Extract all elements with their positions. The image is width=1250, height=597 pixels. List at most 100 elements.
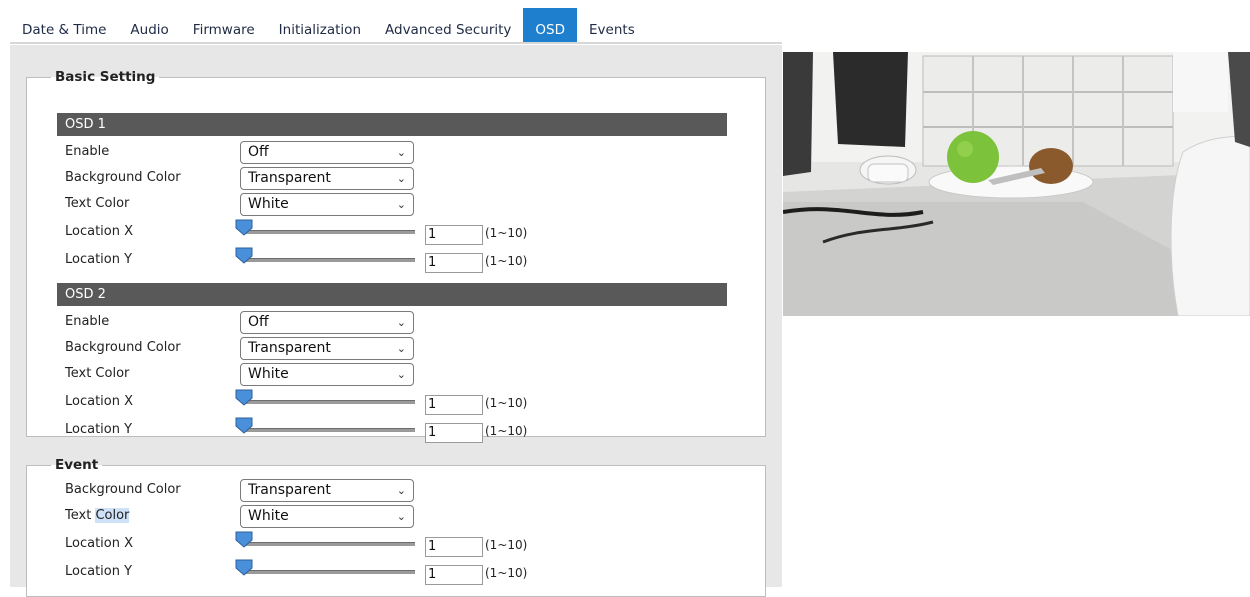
- slider-thumb-icon[interactable]: [235, 416, 253, 434]
- osd1-text-select[interactable]: White ⌄: [240, 193, 414, 216]
- osd1-bg-value: Transparent: [248, 170, 331, 186]
- event-text-label: Text Color: [65, 508, 130, 523]
- event-text-label-selected: Color: [95, 508, 130, 523]
- osd2-locx-input[interactable]: 1: [425, 395, 483, 415]
- osd1-locy-input[interactable]: 1: [425, 253, 483, 273]
- event-locx-input[interactable]: 1: [425, 537, 483, 557]
- chevron-down-icon: ⌄: [396, 172, 406, 185]
- osd2-locx-slider[interactable]: [235, 388, 417, 413]
- osd1-locx-range: (1~10): [485, 226, 528, 240]
- osd2-locx-range: (1~10): [485, 396, 528, 410]
- slider-thumb-icon[interactable]: [235, 218, 253, 236]
- osd1-text-label: Text Color: [65, 196, 130, 211]
- osd1-locy-slider[interactable]: [235, 246, 417, 271]
- tab-events[interactable]: Events: [577, 8, 647, 42]
- osd2-text-row: Text Color White ⌄: [65, 363, 725, 387]
- osd2-header: OSD 2: [57, 283, 727, 306]
- tab-firmware[interactable]: Firmware: [180, 8, 267, 42]
- tab-osd[interactable]: OSD: [523, 8, 578, 42]
- event-bg-select[interactable]: Transparent ⌄: [240, 479, 414, 502]
- osd1-locx-row: Location X 1 (1~10): [65, 218, 725, 245]
- camera-preview-image: [783, 52, 1250, 316]
- chevron-down-icon: ⌄: [396, 146, 406, 159]
- osd2-text-value: White: [248, 366, 289, 382]
- osd2-locy-slider[interactable]: [235, 416, 417, 441]
- event-locx-range: (1~10): [485, 538, 528, 552]
- basic-setting-legend: Basic Setting: [55, 69, 156, 85]
- slider-track: [243, 400, 415, 404]
- chevron-down-icon: ⌄: [396, 316, 406, 329]
- osd1-enable-value: Off: [248, 144, 269, 160]
- event-bg-value: Transparent: [248, 482, 331, 498]
- osd2-locx-row: Location X 1 (1~10): [65, 388, 725, 415]
- chevron-down-icon: ⌄: [396, 368, 406, 381]
- osd2-enable-label: Enable: [65, 314, 110, 329]
- event-locy-slider[interactable]: [235, 558, 417, 583]
- osd2-locy-label: Location Y: [65, 422, 133, 437]
- osd1-bg-label: Background Color: [65, 170, 181, 185]
- osd1-locx-slider[interactable]: [235, 218, 417, 243]
- osd2-bg-row: Background Color Transparent ⌄: [65, 337, 725, 361]
- osd2-locy-row: Location Y 1 (1~10): [65, 416, 725, 443]
- chevron-down-icon: ⌄: [396, 510, 406, 523]
- event-locy-row: Location Y 1 (1~10): [65, 558, 725, 585]
- osd2-locy-range: (1~10): [485, 424, 528, 438]
- slider-thumb-icon[interactable]: [235, 246, 253, 264]
- event-text-label-a: Text: [65, 508, 96, 523]
- tab-advanced-security[interactable]: Advanced Security: [373, 8, 524, 42]
- tab-bar: Date & Time Audio Firmware Initializatio…: [10, 8, 647, 42]
- slider-thumb-icon[interactable]: [235, 388, 253, 406]
- event-locx-label: Location X: [65, 536, 134, 551]
- osd1-text-value: White: [248, 196, 289, 212]
- tab-underline: [10, 42, 782, 44]
- osd2-bg-select[interactable]: Transparent ⌄: [240, 337, 414, 360]
- osd1-enable-label: Enable: [65, 144, 110, 159]
- event-text-row: Text Color White ⌄: [65, 505, 725, 529]
- slider-track: [243, 570, 415, 574]
- osd2-bg-value: Transparent: [248, 340, 331, 356]
- osd1-locy-label: Location Y: [65, 252, 133, 267]
- tab-date-time[interactable]: Date & Time: [10, 8, 119, 42]
- event-locx-row: Location X 1 (1~10): [65, 530, 725, 557]
- slider-thumb-icon[interactable]: [235, 558, 253, 576]
- osd2-bg-label: Background Color: [65, 340, 181, 355]
- event-group: Event Background Color Transparent ⌄ Tex…: [26, 457, 766, 597]
- osd1-bg-row: Background Color Transparent ⌄: [65, 167, 725, 191]
- slider-thumb-icon[interactable]: [235, 530, 253, 548]
- osd2-text-select[interactable]: White ⌄: [240, 363, 414, 386]
- event-locy-range: (1~10): [485, 566, 528, 580]
- slider-track: [243, 230, 415, 234]
- tab-initialization[interactable]: Initialization: [266, 8, 373, 42]
- osd-settings-panel: Basic Setting OSD 1 Enable Off ⌄ Backgro…: [10, 45, 782, 597]
- osd2-enable-value: Off: [248, 314, 269, 330]
- osd1-locx-label: Location X: [65, 224, 134, 239]
- event-legend: Event: [55, 457, 99, 473]
- event-bg-label: Background Color: [65, 482, 181, 497]
- slider-track: [243, 258, 415, 262]
- osd1-text-row: Text Color White ⌄: [65, 193, 725, 217]
- osd1-enable-select[interactable]: Off ⌄: [240, 141, 414, 164]
- osd1-enable-row: Enable Off ⌄: [65, 141, 725, 165]
- event-text-select[interactable]: White ⌄: [240, 505, 414, 528]
- chevron-down-icon: ⌄: [396, 198, 406, 211]
- osd2-locy-input[interactable]: 1: [425, 423, 483, 443]
- event-locy-label: Location Y: [65, 564, 133, 579]
- event-bg-row: Background Color Transparent ⌄: [65, 479, 725, 503]
- chevron-down-icon: ⌄: [396, 484, 406, 497]
- osd1-locy-row: Location Y 1 (1~10): [65, 246, 725, 273]
- slider-track: [243, 428, 415, 432]
- event-locy-input[interactable]: 1: [425, 565, 483, 585]
- osd2-enable-row: Enable Off ⌄: [65, 311, 725, 335]
- event-locx-slider[interactable]: [235, 530, 417, 555]
- osd1-header: OSD 1: [57, 113, 727, 136]
- tab-audio[interactable]: Audio: [118, 8, 181, 42]
- osd1-bg-select[interactable]: Transparent ⌄: [240, 167, 414, 190]
- camera-preview: [783, 52, 1250, 316]
- basic-setting-group: Basic Setting OSD 1 Enable Off ⌄ Backgro…: [26, 69, 766, 443]
- osd2-enable-select[interactable]: Off ⌄: [240, 311, 414, 334]
- osd1-locy-range: (1~10): [485, 254, 528, 268]
- osd1-locx-input[interactable]: 1: [425, 225, 483, 245]
- osd2-text-label: Text Color: [65, 366, 130, 381]
- osd2-locx-label: Location X: [65, 394, 134, 409]
- slider-track: [243, 542, 415, 546]
